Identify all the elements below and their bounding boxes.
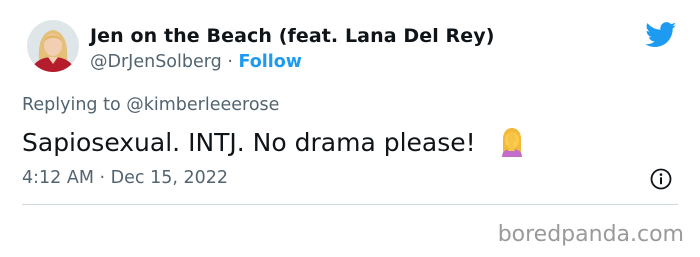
tweet-date: Dec 15, 2022 — [110, 168, 229, 188]
avatar-image — [27, 20, 79, 72]
tweet-card: Jen on the Beach (feat. Lana Del Rey) @D… — [0, 0, 700, 207]
date-separator: · — [99, 168, 106, 188]
replying-to-line: Replying to @kimberleeerose — [22, 95, 279, 115]
author-display-name[interactable]: Jen on the Beach (feat. Lana Del Rey) — [90, 25, 495, 47]
divider — [22, 204, 678, 205]
tweet-text: Sapiosexual. INTJ. No drama please! — [22, 128, 476, 157]
author-handle-line: @DrJenSolberg · Follow — [90, 52, 302, 72]
tweet-time: 4:12 AM — [22, 168, 94, 188]
author-handle[interactable]: @DrJenSolberg — [90, 52, 222, 72]
tweet-text-line: Sapiosexual. INTJ. No drama please! — [22, 127, 526, 157]
replying-prefix: Replying to — [22, 95, 127, 115]
woman-facepalming-emoji-icon — [498, 127, 526, 157]
handle-separator: · — [227, 52, 233, 72]
twitter-bird-icon[interactable] — [645, 22, 677, 48]
follow-button[interactable]: Follow — [238, 52, 301, 72]
boredpanda-watermark: boredpanda.com — [497, 222, 684, 247]
info-icon[interactable] — [650, 168, 672, 190]
replying-to-mention[interactable]: @kimberleeerose — [126, 95, 279, 115]
avatar[interactable] — [27, 20, 79, 72]
tweet-timestamp[interactable]: 4:12 AM · Dec 15, 2022 — [22, 168, 228, 188]
